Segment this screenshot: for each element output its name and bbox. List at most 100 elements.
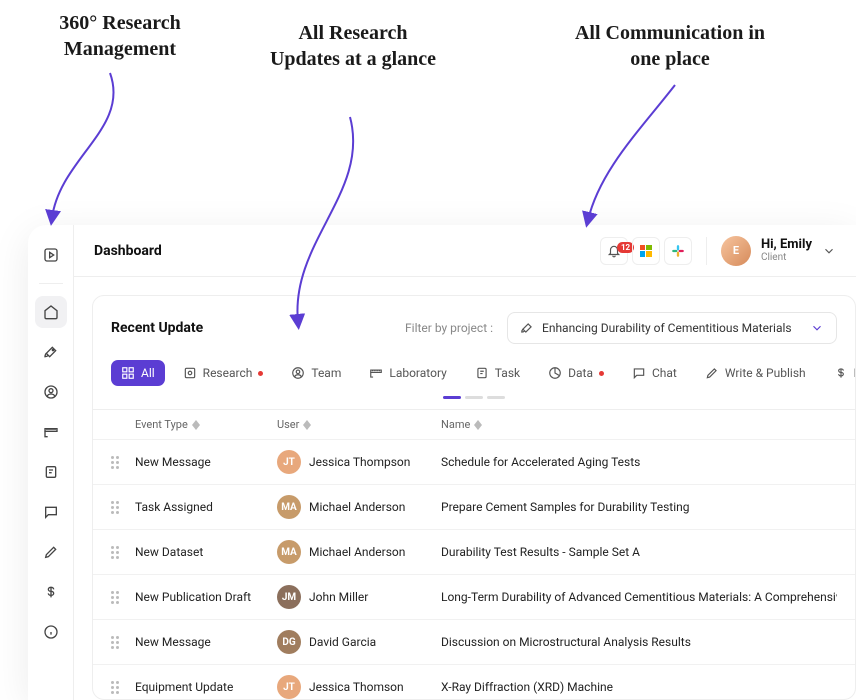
tab-laboratory[interactable]: Laboratory xyxy=(359,360,456,386)
tab-label: Research xyxy=(203,366,253,380)
tab-task[interactable]: Task xyxy=(465,360,530,386)
drag-handle[interactable] xyxy=(111,681,135,694)
user-greeting: Hi, Emily xyxy=(761,238,812,252)
sort-icon xyxy=(474,420,482,430)
sort-icon xyxy=(303,420,311,430)
annotation-research-mgmt: 360° Research Management xyxy=(40,10,200,62)
selected-project: Enhancing Durability of Cementitious Mat… xyxy=(542,321,802,335)
tab-team[interactable]: Team xyxy=(281,360,351,386)
drag-handle[interactable] xyxy=(111,636,135,649)
table-body: New MessageJTJessica ThompsonSchedule fo… xyxy=(93,439,855,700)
table-row[interactable]: Task AssignedMAMichael AndersonPrepare C… xyxy=(93,484,855,529)
chevron-down-icon xyxy=(810,321,824,335)
sidebar-home[interactable] xyxy=(35,296,67,328)
info-icon xyxy=(43,624,59,640)
cell-user: MAMichael Anderson xyxy=(277,540,441,564)
project-filter-select[interactable]: Enhancing Durability of Cementitious Mat… xyxy=(507,312,837,344)
sidebar-info[interactable] xyxy=(35,616,67,648)
tab-all[interactable]: All xyxy=(111,360,165,386)
annotation-communication: All Communication in one place xyxy=(560,20,780,72)
tabs: All Research Team Laboratory Task Data Chat Wri… xyxy=(93,358,855,396)
table-row[interactable]: Equipment UpdateJTJessica ThomsonX-Ray D… xyxy=(93,664,855,700)
unread-dot xyxy=(258,371,263,376)
cell-name: Discussion on Microstructural Analysis R… xyxy=(441,635,837,649)
drag-handle[interactable] xyxy=(111,501,135,514)
home-icon xyxy=(43,304,59,320)
page-title: Dashboard xyxy=(94,243,162,259)
table-row[interactable]: New Publication DraftJMJohn MillerLong-T… xyxy=(93,574,855,619)
table-row[interactable]: New MessageJTJessica ThompsonSchedule fo… xyxy=(93,439,855,484)
main: Dashboard 12 xyxy=(74,225,856,700)
sidebar-task[interactable] xyxy=(35,456,67,488)
ruler-icon xyxy=(43,424,59,440)
tab-data[interactable]: Data xyxy=(538,360,614,386)
arrow-1 xyxy=(40,68,130,228)
pencil-icon xyxy=(43,544,59,560)
avatar: MA xyxy=(277,540,301,564)
cell-event-type: New Message xyxy=(135,455,277,469)
avatar: JM xyxy=(277,585,301,609)
tab-label: Team xyxy=(311,366,341,380)
user-menu[interactable]: E Hi, Emily Client xyxy=(721,236,836,266)
annotation-updates: All Research Updates at a glance xyxy=(268,20,438,72)
dollar-icon xyxy=(43,584,59,600)
tab-label: Data xyxy=(568,366,593,380)
cell-event-type: New Message xyxy=(135,635,277,649)
tab-write-publish[interactable]: Write & Publish xyxy=(695,360,816,386)
cell-name: Durability Test Results - Sample Set A xyxy=(441,545,837,559)
drag-handle[interactable] xyxy=(111,456,135,469)
avatar: E xyxy=(721,236,751,266)
user-circle-icon xyxy=(43,384,59,400)
column-user[interactable]: User xyxy=(277,418,441,431)
sidebar-finance[interactable] xyxy=(35,576,67,608)
play-box-icon xyxy=(43,247,59,263)
cell-name: X-Ray Diffraction (XRD) Machine xyxy=(441,680,837,694)
avatar: MA xyxy=(277,495,301,519)
tab-label: Chat xyxy=(652,366,677,380)
cell-user: MAMichael Anderson xyxy=(277,495,441,519)
drag-handle[interactable] xyxy=(111,546,135,559)
note-icon xyxy=(43,464,59,480)
tab-research[interactable]: Research xyxy=(173,360,274,386)
tab-finan[interactable]: Finan xyxy=(824,360,855,386)
microsoft-button[interactable] xyxy=(632,237,660,265)
drag-handle[interactable] xyxy=(111,591,135,604)
rocket-icon xyxy=(43,344,59,360)
table-row[interactable]: New DatasetMAMichael AndersonDurability … xyxy=(93,529,855,574)
cell-name: Prepare Cement Samples for Durability Te… xyxy=(441,500,837,514)
header-icons: 12 xyxy=(600,237,692,265)
cell-event-type: Equipment Update xyxy=(135,680,277,694)
tab-label: Task xyxy=(495,366,520,380)
sort-icon xyxy=(192,420,200,430)
cell-event-type: New Dataset xyxy=(135,545,277,559)
slack-button[interactable] xyxy=(664,237,692,265)
tab-label: Finan xyxy=(854,366,855,380)
sidebar-rocket[interactable] xyxy=(35,336,67,368)
cell-event-type: New Publication Draft xyxy=(135,590,277,604)
arrow-3 xyxy=(580,80,700,230)
cell-name: Schedule for Accelerated Aging Tests xyxy=(441,455,837,469)
column-name[interactable]: Name xyxy=(441,418,837,431)
cell-user: DGDavid Garcia xyxy=(277,630,441,654)
cell-user: JTJessica Thompson xyxy=(277,450,441,474)
header: Dashboard 12 xyxy=(74,225,856,277)
content: Recent Update Filter by project : Enhanc… xyxy=(74,277,856,700)
sidebar-team[interactable] xyxy=(35,376,67,408)
sidebar-lab[interactable] xyxy=(35,416,67,448)
user-role: Client xyxy=(761,252,812,263)
sidebar-chat[interactable] xyxy=(35,496,67,528)
unread-dot xyxy=(599,371,604,376)
chevron-down-icon xyxy=(822,244,836,258)
tabs-page-indicator xyxy=(93,396,855,409)
cell-user: JTJessica Thomson xyxy=(277,675,441,699)
sidebar-write[interactable] xyxy=(35,536,67,568)
microsoft-icon xyxy=(640,245,652,257)
rocket-icon xyxy=(520,321,534,335)
notifications-button[interactable]: 12 xyxy=(600,237,628,265)
sidebar-logo[interactable] xyxy=(35,239,67,271)
slack-icon xyxy=(671,244,685,258)
table-row[interactable]: New MessageDGDavid GarciaDiscussion on M… xyxy=(93,619,855,664)
tab-chat[interactable]: Chat xyxy=(622,360,687,386)
sidebar xyxy=(28,225,74,700)
column-event-type[interactable]: Event Type xyxy=(135,418,277,431)
